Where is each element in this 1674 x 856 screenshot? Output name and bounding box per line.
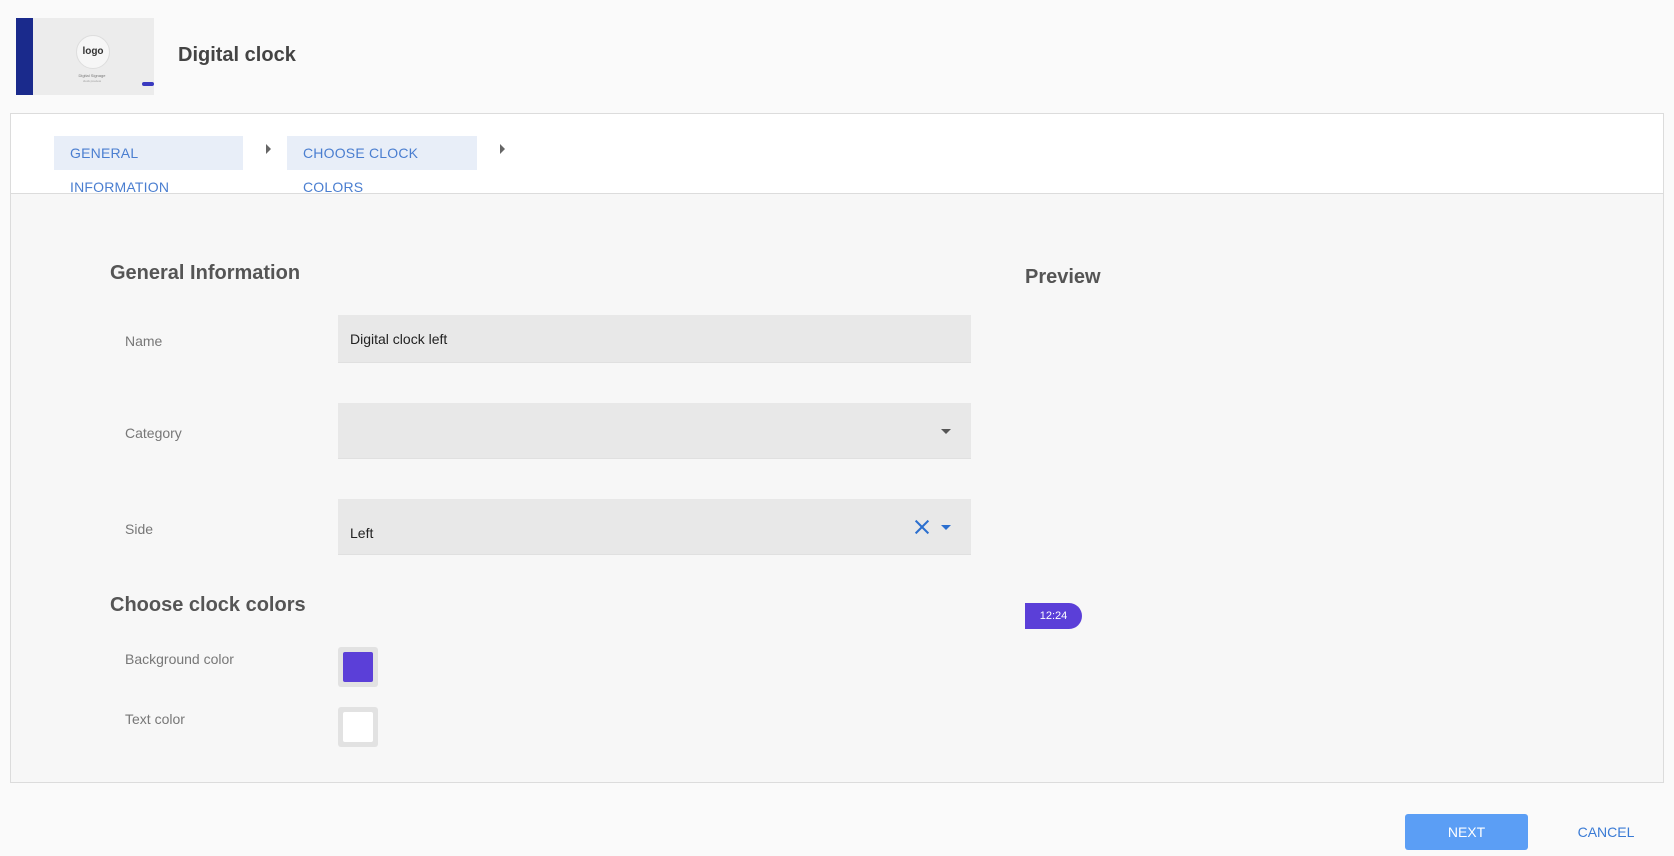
background-color-picker[interactable] <box>338 647 378 687</box>
side-label: Side <box>125 521 154 537</box>
side-select-value: Left <box>350 525 374 541</box>
background-color-label: Background color <box>125 651 234 667</box>
thumbnail-subcaption: clock preview <box>82 79 101 83</box>
text-color-picker[interactable] <box>338 707 378 747</box>
general-information-heading: General Information <box>110 262 301 284</box>
category-label: Category <box>125 425 182 441</box>
name-input[interactable]: Digital clock left <box>338 315 971 363</box>
step-choose-clock-colors[interactable]: CHOOSE CLOCK COLORS <box>287 136 477 195</box>
background-color-swatch <box>343 652 373 682</box>
thumbnail-logo: logo <box>76 35 110 69</box>
text-color-label: Text color <box>125 711 185 727</box>
side-select[interactable]: Left <box>338 499 971 555</box>
name-label: Name <box>125 333 163 349</box>
page-header: logo Digital Signage clock preview Digit… <box>0 0 1674 112</box>
name-input-value: Digital clock left <box>350 331 448 347</box>
text-color-swatch <box>343 712 373 742</box>
chevron-down-icon[interactable] <box>941 525 951 530</box>
next-button[interactable]: NEXT <box>1405 814 1528 850</box>
thumbnail-clock-pill <box>142 82 154 86</box>
thumbnail-side-bar <box>16 18 33 95</box>
clear-icon[interactable] <box>914 519 930 535</box>
template-thumbnail: logo Digital Signage clock preview <box>16 18 154 95</box>
cancel-button[interactable]: CANCEL <box>1568 814 1644 850</box>
preview-heading: Preview <box>1025 266 1101 288</box>
stepper: GENERAL INFORMATION CHOOSE CLOCK COLORS <box>11 114 1663 195</box>
step-general-information[interactable]: GENERAL INFORMATION <box>54 136 243 195</box>
step-caret-icon <box>500 144 505 154</box>
page-title: Digital clock <box>178 44 296 66</box>
thumbnail-caption: Digital Signage <box>78 73 106 78</box>
choose-clock-colors-heading: Choose clock colors <box>110 594 306 616</box>
preview-clock: 12:24 <box>1025 603 1082 629</box>
chevron-down-icon[interactable] <box>941 429 951 434</box>
category-select[interactable] <box>338 403 971 459</box>
step-caret-icon <box>266 144 271 154</box>
